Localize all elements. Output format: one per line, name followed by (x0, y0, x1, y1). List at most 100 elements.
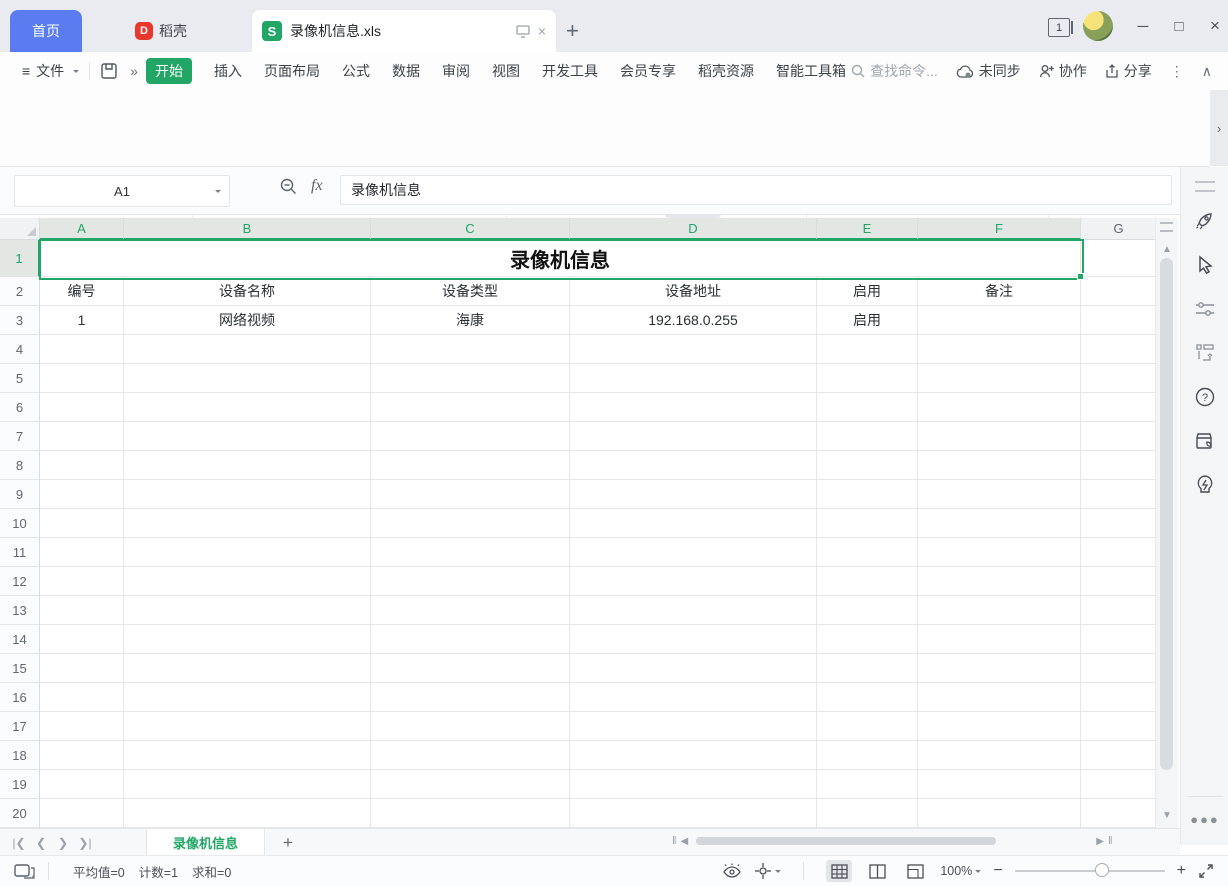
cell[interactable] (40, 422, 124, 451)
row-header-16[interactable]: 16 (0, 683, 40, 712)
cell[interactable]: 编号 (40, 277, 124, 306)
cell[interactable] (570, 538, 817, 567)
cell[interactable] (918, 625, 1081, 654)
rocket-icon[interactable] (1193, 209, 1217, 233)
row-header-6[interactable]: 6 (0, 393, 40, 422)
cell[interactable] (817, 480, 918, 509)
ribbon-tab-开发工具[interactable]: 开发工具 (542, 61, 598, 81)
cell[interactable] (570, 422, 817, 451)
split-handle[interactable] (1160, 222, 1173, 232)
cell[interactable] (40, 799, 124, 828)
cell[interactable] (124, 799, 371, 828)
cell[interactable]: 海康 (371, 306, 570, 335)
zoom-slider[interactable] (1015, 870, 1165, 872)
collaborate-button[interactable]: 协作 (1039, 61, 1087, 81)
cell[interactable] (570, 596, 817, 625)
ribbon-tab-开始[interactable]: 开始 (146, 58, 192, 84)
cell[interactable] (371, 422, 570, 451)
column-header-C[interactable]: C (371, 218, 570, 240)
sidebar-more-dots-icon[interactable]: ●●● (1181, 812, 1228, 827)
cell[interactable] (570, 393, 817, 422)
cell[interactable] (40, 451, 124, 480)
row-header-1[interactable]: 1 (0, 240, 40, 277)
cell[interactable]: 启用 (817, 277, 918, 306)
cell[interactable] (1081, 364, 1157, 393)
row-header-4[interactable]: 4 (0, 335, 40, 364)
cell[interactable] (124, 538, 371, 567)
cell[interactable] (570, 335, 817, 364)
cell[interactable] (918, 712, 1081, 741)
zoom-level-select[interactable]: 100% (940, 864, 981, 878)
cell[interactable] (124, 335, 371, 364)
horizontal-scrollbar[interactable]: ‖ ◀ ▶ ‖ (672, 832, 1113, 850)
cell[interactable] (1081, 306, 1157, 335)
sidebar-drag-handle[interactable] (1195, 181, 1215, 192)
selection-mode-icon[interactable]: s (14, 863, 36, 880)
cell[interactable] (40, 509, 124, 538)
ribbon-tab-数据[interactable]: 数据 (392, 61, 420, 81)
cell[interactable]: 启用 (817, 306, 918, 335)
tab-document[interactable]: S 录像机信息.xls × (252, 10, 556, 52)
fullscreen-icon[interactable] (1198, 863, 1214, 879)
ribbon-tab-稻壳资源[interactable]: 稻壳资源 (698, 61, 754, 81)
reading-layout-button[interactable] (754, 862, 781, 880)
cell[interactable] (40, 538, 124, 567)
cell[interactable] (124, 712, 371, 741)
sync-status-button[interactable]: 未同步 (956, 61, 1021, 81)
cell[interactable] (570, 712, 817, 741)
new-tab-button[interactable]: + (566, 18, 579, 44)
cell[interactable] (124, 654, 371, 683)
cell[interactable] (570, 741, 817, 770)
cell[interactable] (570, 364, 817, 393)
row-header-10[interactable]: 10 (0, 509, 40, 538)
cell[interactable] (371, 451, 570, 480)
cell[interactable] (817, 422, 918, 451)
cell[interactable]: 1 (40, 306, 124, 335)
cell[interactable] (817, 364, 918, 393)
normal-view-button[interactable] (826, 860, 852, 882)
cell[interactable] (918, 770, 1081, 799)
ribbon-tab-公式[interactable]: 公式 (342, 61, 370, 81)
merged-title-cell[interactable]: 录像机信息 (40, 240, 1081, 277)
column-header-A[interactable]: A (40, 218, 124, 240)
row-header-15[interactable]: 15 (0, 654, 40, 683)
cell[interactable] (40, 741, 124, 770)
page-break-view-button[interactable] (864, 860, 890, 882)
cell[interactable] (371, 567, 570, 596)
cell[interactable] (918, 683, 1081, 712)
cell[interactable] (1081, 625, 1157, 654)
cell[interactable] (124, 393, 371, 422)
cell[interactable] (40, 567, 124, 596)
cell[interactable] (817, 393, 918, 422)
cell[interactable] (918, 480, 1081, 509)
cell[interactable] (918, 451, 1081, 480)
cell[interactable] (124, 509, 371, 538)
cell[interactable] (918, 538, 1081, 567)
docer-store-icon[interactable] (1193, 429, 1217, 453)
scroll-down-icon[interactable]: ▼ (1156, 810, 1178, 821)
cell[interactable] (1081, 683, 1157, 712)
cell[interactable] (40, 683, 124, 712)
close-tab-icon[interactable]: × (538, 23, 546, 39)
cell[interactable] (918, 596, 1081, 625)
cell[interactable] (371, 480, 570, 509)
insert-function-icon[interactable]: fx (311, 177, 323, 195)
cell[interactable] (1081, 240, 1157, 277)
sheet-tab-active[interactable]: 录像机信息 (146, 829, 265, 856)
cell[interactable] (817, 770, 918, 799)
cell[interactable] (817, 451, 918, 480)
column-header-E[interactable]: E (817, 218, 918, 240)
cell[interactable] (371, 625, 570, 654)
cell[interactable] (124, 364, 371, 393)
cell[interactable] (570, 451, 817, 480)
cell[interactable] (40, 625, 124, 654)
row-header-20[interactable]: 20 (0, 799, 40, 828)
cell[interactable] (918, 741, 1081, 770)
first-sheet-icon[interactable]: |❮ (8, 836, 30, 850)
next-sheet-icon[interactable]: ❯ (52, 836, 74, 850)
name-box[interactable]: A1 (14, 175, 230, 207)
cell[interactable] (1081, 393, 1157, 422)
zoom-in-icon[interactable]: + (1177, 862, 1186, 880)
cell[interactable] (918, 654, 1081, 683)
cell[interactable] (570, 683, 817, 712)
